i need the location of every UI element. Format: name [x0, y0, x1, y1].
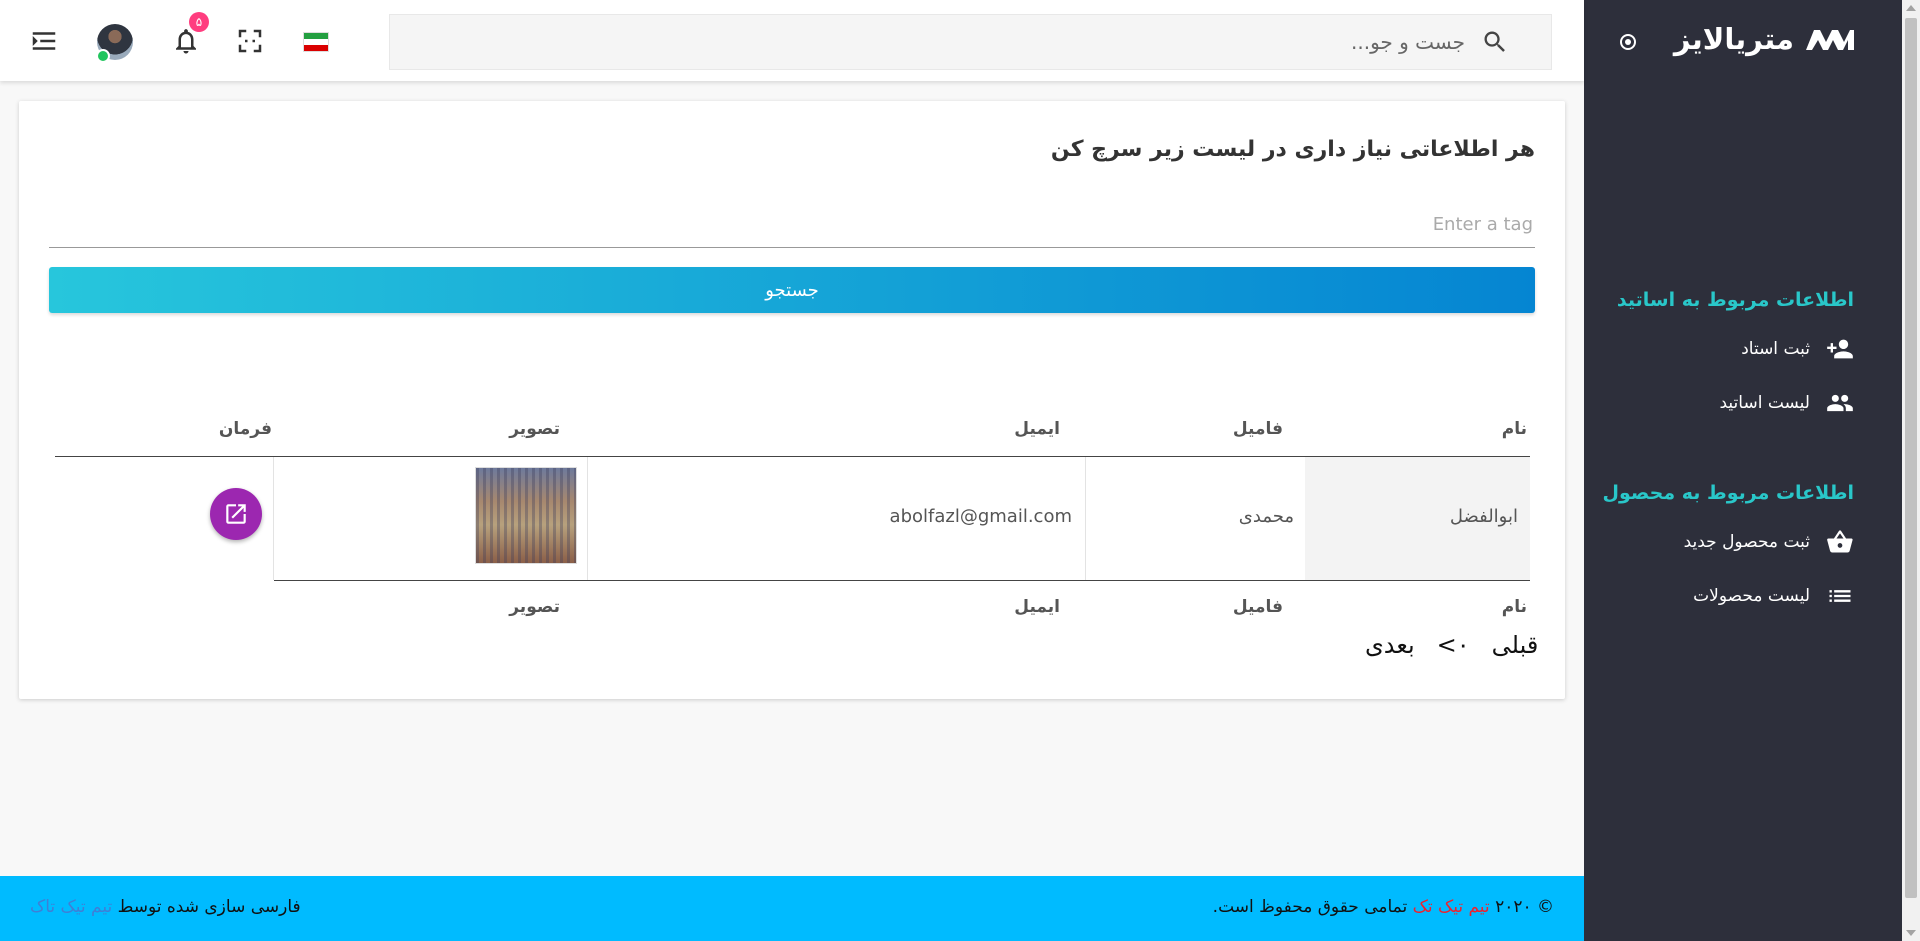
scrollbar[interactable] [1902, 0, 1920, 941]
open-link-button[interactable] [210, 488, 262, 540]
sidebar: متریالایز اطلاعات مربوط به اساتید ثبت اس… [1584, 0, 1902, 941]
people-icon [1827, 394, 1853, 412]
pagination: قبلی ۰> بعدی [1365, 631, 1538, 659]
online-status-icon [96, 49, 110, 63]
table-row-divider [274, 580, 1530, 581]
column-divider [587, 457, 588, 580]
column-header-name[interactable]: نام [1502, 419, 1527, 439]
footer-localization: فارسی سازی شده توسط تیم تیک تاک [30, 897, 301, 917]
content-card: هر اطلاعاتی نیاز داری در لیست زیر سرچ کن… [19, 101, 1565, 699]
column-header-command[interactable]: فرمان [219, 419, 272, 439]
localized-prefix: فارسی سازی شده توسط [117, 897, 301, 917]
scroll-thumb[interactable] [1905, 18, 1917, 898]
sidebar-item-label: لیست محصولات [1693, 586, 1810, 606]
search-input[interactable] [563, 29, 1467, 55]
section-title-teachers: اطلاعات مربوط به اساتید [1616, 289, 1854, 311]
iran-flag-icon[interactable] [303, 32, 329, 52]
open-in-new-icon [226, 504, 246, 524]
footer-header-family: فامیل [1232, 597, 1283, 617]
table-cell-email: abolfazl@gmail.com [889, 506, 1072, 527]
sidebar-item-label: ثبت استاد [1741, 339, 1810, 359]
column-divider [273, 457, 274, 580]
tag-input[interactable]: Enter a tag [49, 201, 1535, 248]
table-cell-family: محمدی [1238, 506, 1294, 527]
column-divider [1085, 457, 1086, 580]
sidebar-item-register-teacher[interactable]: ثبت استاد [1634, 329, 1854, 369]
table-cell-image-thumbnail[interactable] [475, 467, 577, 564]
brand-name: متریالایز [1673, 22, 1794, 56]
sidebar-toggle-icon[interactable] [1620, 34, 1636, 50]
footer-copyright: © ۲۰۲۰ تیم تیک تک تمامی حقوق محفوظ است. [1213, 897, 1554, 917]
brand[interactable]: متریالایز [1674, 22, 1854, 56]
topbar: ۵ [0, 0, 1584, 81]
scroll-up-arrow-icon[interactable] [1906, 5, 1916, 11]
pager-next-button[interactable]: بعدی [1365, 631, 1415, 659]
list-icon [1829, 590, 1851, 602]
scroll-down-arrow-icon[interactable] [1906, 930, 1916, 936]
fullscreen-icon[interactable] [235, 26, 265, 56]
team-link[interactable]: تیم تیک تک [1413, 897, 1490, 917]
column-header-email[interactable]: ایمیل [1014, 419, 1060, 439]
sidebar-item-teachers-list[interactable]: لیست اساتید [1634, 383, 1854, 423]
footer-header-image: تصویر [509, 597, 560, 617]
search-button[interactable]: جستجو [49, 267, 1535, 313]
localized-team-link[interactable]: تیم تیک تاک [30, 897, 112, 917]
sidebar-item-products-list[interactable]: لیست محصولات [1634, 576, 1854, 616]
tag-input-placeholder: Enter a tag [1432, 213, 1533, 235]
search-box[interactable] [389, 14, 1552, 70]
pager-current-page: ۰> [1436, 631, 1470, 659]
notification-count-badge: ۵ [189, 12, 209, 32]
copyright-suffix: تمامی حقوق محفوظ است. [1212, 897, 1408, 917]
footer: © ۲۰۲۰ تیم تیک تک تمامی حقوق محفوظ است. … [0, 876, 1584, 941]
search-icon[interactable] [1481, 28, 1509, 56]
table-cell-name: ابوالفضل [1449, 506, 1518, 527]
section-title-products: اطلاعات مربوط به محصول [1602, 482, 1854, 504]
copyright-prefix: © ۲۰۲۰ [1495, 897, 1554, 917]
person-add-icon [1827, 339, 1853, 359]
column-header-family[interactable]: فامیل [1233, 419, 1283, 439]
sidebar-item-label: لیست اساتید [1719, 393, 1810, 413]
page-title: هر اطلاعاتی نیاز داری در لیست زیر سرچ کن [1050, 137, 1535, 162]
menu-toggle-icon[interactable] [29, 26, 59, 56]
basket-icon [1827, 530, 1853, 553]
brand-logo-icon [1806, 30, 1854, 50]
sidebar-item-new-product[interactable]: ثبت محصول جدید [1634, 522, 1854, 562]
pager-prev-button[interactable]: قبلی [1492, 631, 1539, 659]
sidebar-item-label: ثبت محصول جدید [1683, 532, 1810, 552]
column-header-image[interactable]: تصویر [509, 419, 560, 439]
footer-header-email: ایمیل [1014, 597, 1060, 617]
footer-header-name: نام [1501, 597, 1527, 617]
